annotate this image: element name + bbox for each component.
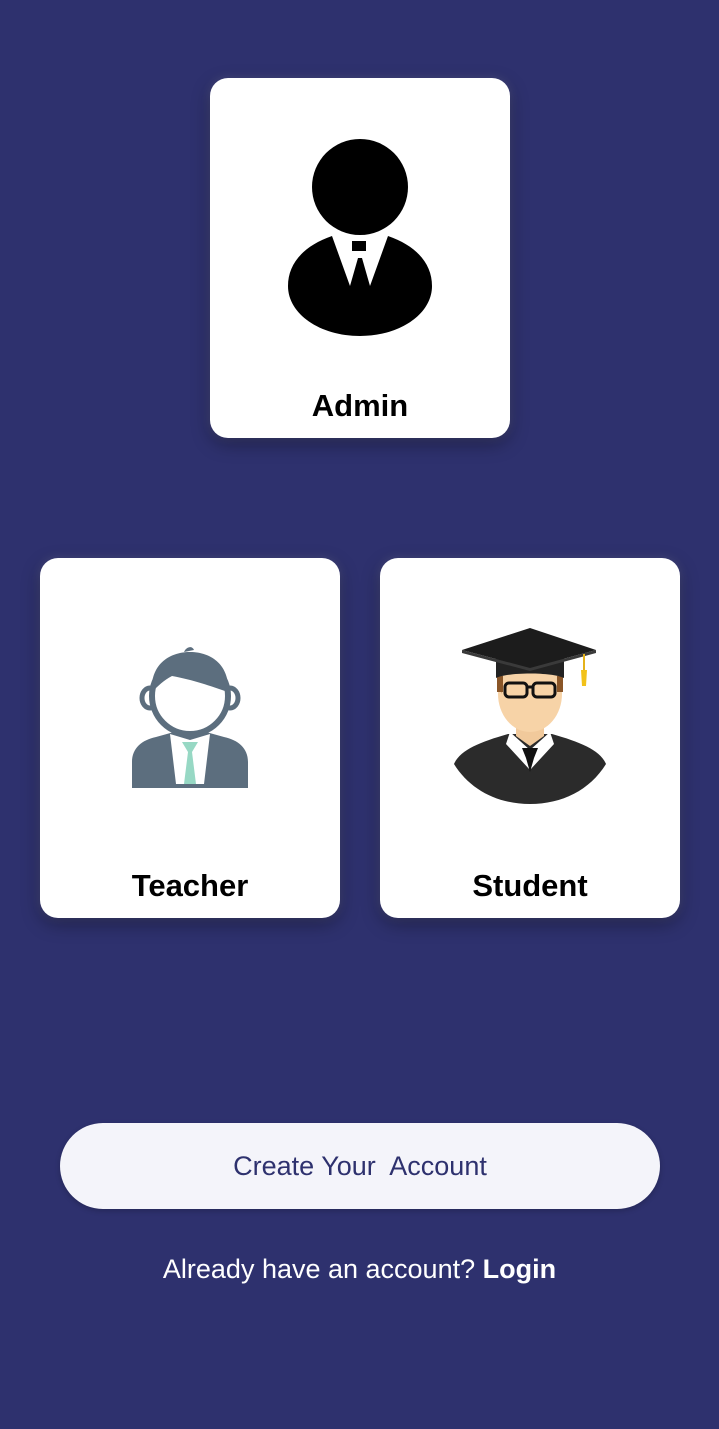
- admin-person-icon: [288, 139, 432, 336]
- teacher-role-card[interactable]: Teacher: [40, 558, 340, 918]
- student-graduate-icon: [454, 628, 606, 804]
- admin-label: Admin: [311, 388, 409, 423]
- teacher-label: Teacher: [131, 868, 249, 903]
- login-prompt-line: Already have an account? Login: [0, 1254, 719, 1285]
- student-role-card[interactable]: Student: [380, 558, 680, 918]
- create-account-button[interactable]: Create Your Account: [60, 1123, 660, 1209]
- login-prompt-text: Already have an account?: [162, 1254, 476, 1284]
- student-label: Student: [472, 868, 588, 903]
- login-link[interactable]: Login: [483, 1254, 556, 1284]
- admin-role-card[interactable]: Admin: [210, 78, 510, 438]
- teacher-avatar-icon: [132, 647, 248, 788]
